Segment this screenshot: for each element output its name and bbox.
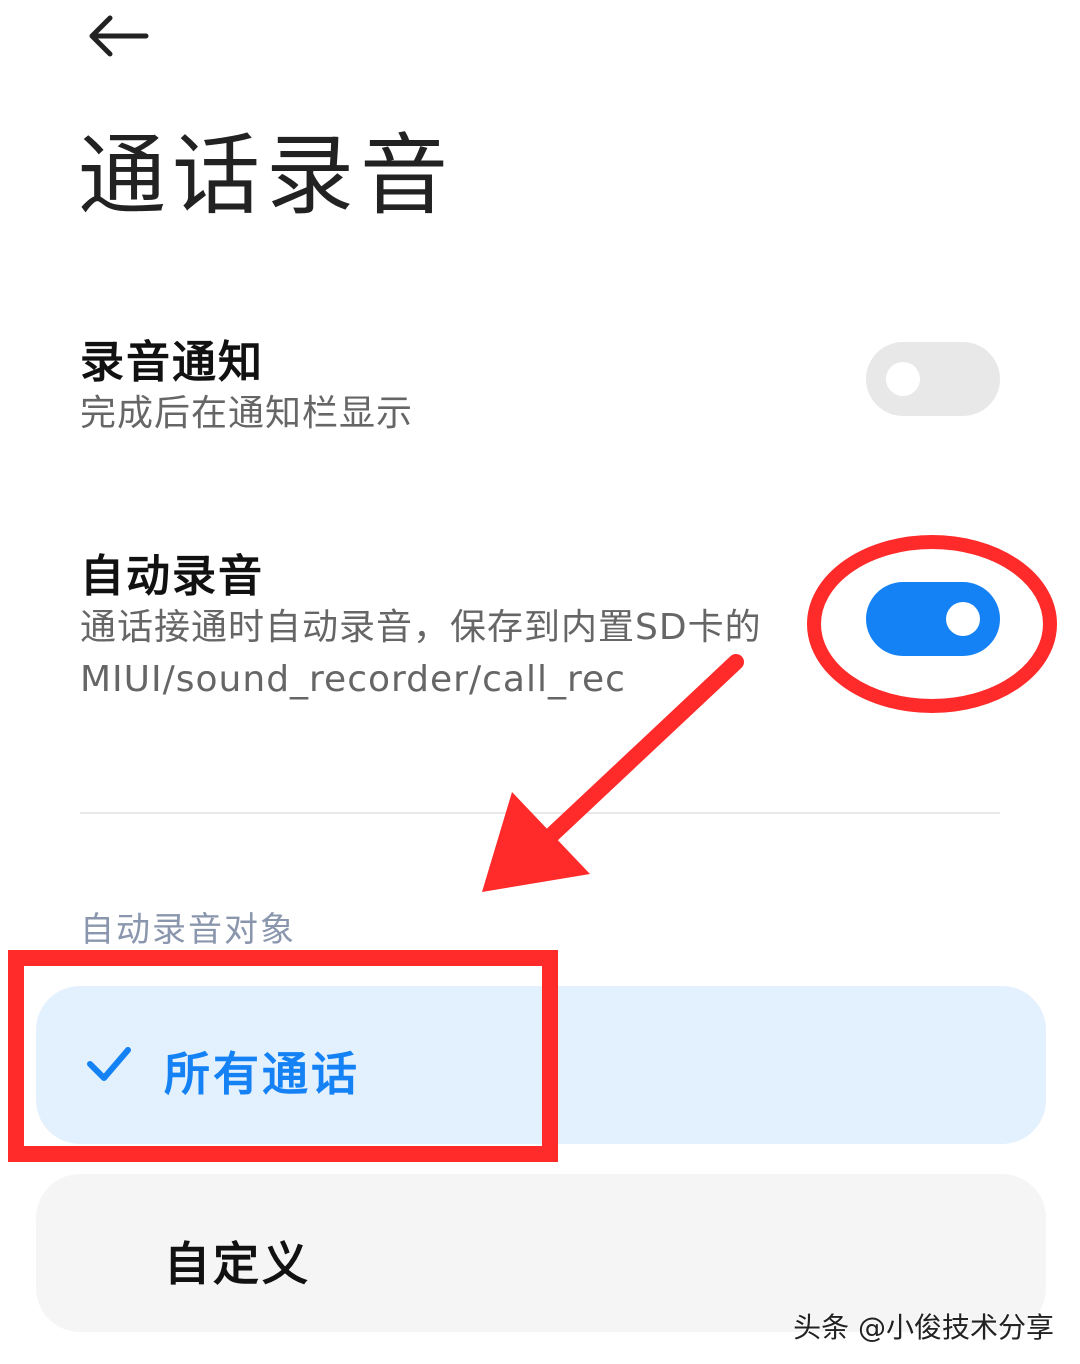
highlight-ellipse (807, 535, 1057, 713)
annotation-overlay (8, 535, 1057, 1162)
annotation-arrow (482, 654, 744, 892)
highlight-rectangle (8, 950, 558, 1162)
watermark-text: 头条 @小俊技术分享 (793, 1311, 1054, 1344)
